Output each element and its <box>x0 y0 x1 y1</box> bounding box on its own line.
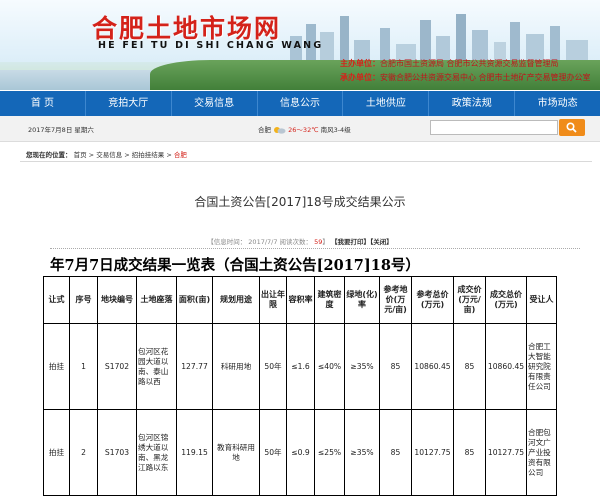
header-cell: 土地座落 <box>136 276 177 324</box>
nav-home[interactable]: 首 页 <box>0 91 86 116</box>
breadcrumb-sep: > <box>166 151 172 159</box>
cell-index: 1 <box>69 323 98 410</box>
page: { "site": { "title": "合肥土地市场网", "subtitl… <box>0 0 600 496</box>
breadcrumb-label: 您现在的位置： <box>26 151 72 159</box>
header-cell: 规划用途 <box>212 276 260 324</box>
search-button[interactable] <box>559 119 585 136</box>
cell-index: 2 <box>69 409 98 496</box>
header-cell: 让式 <box>43 276 70 324</box>
breadcrumb-sep: > <box>88 151 95 159</box>
nav-auction-hall[interactable]: 竞拍大厅 <box>86 91 172 116</box>
cell-method: 拍挂 <box>43 409 70 496</box>
header-cell: 参考总价(万元) <box>411 276 454 324</box>
header-cell: 容积率 <box>286 276 315 324</box>
cell-green: ≥35% <box>344 323 380 410</box>
organizer-line: 承办单位：安徽合肥公共资源交易中心 合肥市土地矿产交易管理办公室 <box>340 72 591 83</box>
cell-area: 127.77 <box>176 323 213 410</box>
cell-location: 包河区花园大道以南、泰山路以西 <box>136 323 177 410</box>
breadcrumb-divider <box>20 161 592 162</box>
cell-deal-total: 10860.45 <box>485 323 527 410</box>
organizer-value: 安徽合肥公共资源交易中心 合肥市土地矿产交易管理办公室 <box>380 73 591 82</box>
cell-ref-price: 85 <box>379 323 412 410</box>
cell-buyer: 合肥工大智能研究院有限责任公司 <box>526 323 557 410</box>
main-nav: 首 页 竞拍大厅 交易信息 信息公示 土地供应 政策法规 市场动态 <box>0 91 600 116</box>
cell-ref-total: 10127.75 <box>411 409 454 496</box>
results-table: 让式 序号 地块编号 土地座落 面积(亩) 规划用途 出让年限 容积率 建筑密度… <box>43 276 557 496</box>
cell-ref-price: 85 <box>379 409 412 496</box>
header-cell: 参考地价(万元/亩) <box>379 276 412 324</box>
cell-term: 50年 <box>259 409 287 496</box>
breadcrumb-home[interactable]: 首页 <box>74 151 87 159</box>
header-cell: 受让人 <box>526 276 557 324</box>
cell-density: ≤25% <box>314 409 345 496</box>
weather: 合肥 26～32℃ 南风3-4级 <box>258 124 351 134</box>
cell-use: 科研用地 <box>212 323 260 410</box>
site-subtitle: HE FEI TU DI SHI CHANG WANG <box>98 40 324 51</box>
breadcrumb-results[interactable]: 招拍挂结果 <box>132 151 165 159</box>
table-row: 拍挂 1 S1702 包河区花园大道以南、泰山路以西 127.77 科研用地 5… <box>43 323 557 410</box>
sponsor-line: 主办单位：合肥市国土资源局 合肥市公共资源交易监督管理局 <box>340 58 559 69</box>
cell-term: 50年 <box>259 323 287 410</box>
cell-density: ≤40% <box>314 323 345 410</box>
article-meta: 【信息时间： 2017/7/7 阅读次数： 59】 【我要打印】【关闭】 <box>0 236 600 246</box>
header-cell: 地块编号 <box>97 276 137 324</box>
search-icon <box>566 122 577 133</box>
cell-parcel-id: S1702 <box>97 323 137 410</box>
table-header-row: 让式 序号 地块编号 土地座落 面积(亩) 规划用途 出让年限 容积率 建筑密度… <box>43 276 557 324</box>
meta-date: 【信息时间： 2017/7/7 阅读次数： <box>207 238 313 246</box>
nav-land-supply[interactable]: 土地供应 <box>343 91 430 116</box>
site-banner: 合肥土地市场网 HE FEI TU DI SHI CHANG WANG 主办单位… <box>0 0 600 90</box>
nav-policy[interactable]: 政策法规 <box>429 91 516 116</box>
breadcrumb-current[interactable]: 合肥 <box>174 151 187 159</box>
weather-icon <box>274 127 286 134</box>
cell-method: 拍挂 <box>43 323 70 410</box>
sponsor-value: 合肥市国土资源局 合肥市公共资源交易监督管理局 <box>380 59 559 68</box>
weather-temp: 26～32℃ <box>288 126 319 134</box>
header-cell: 建筑密度 <box>314 276 345 324</box>
header-cell: 成交价(万元/亩) <box>453 276 486 324</box>
cell-buyer: 合肥包河文广产业投资有限公司 <box>526 409 557 496</box>
cell-use: 教育科研用地 <box>212 409 260 496</box>
cell-far: ≤1.6 <box>286 323 315 410</box>
breadcrumb: 您现在的位置： 首页 > 交易信息 > 招拍挂结果 > 合肥 <box>26 149 187 159</box>
cell-deal-price: 85 <box>453 409 486 496</box>
current-date: 2017年7月8日 星期六 <box>28 126 94 134</box>
header-cell: 绿地(化)率 <box>344 276 380 324</box>
meta-end: 】 <box>322 238 329 246</box>
print-link[interactable]: 【我要打印】 <box>331 238 370 246</box>
article-title: 合国土资公告[2017]18号成交结果公示 <box>194 195 406 209</box>
nav-market-news[interactable]: 市场动态 <box>515 91 600 116</box>
organizer-label: 承办单位： <box>340 73 380 82</box>
breadcrumb-trade-info[interactable]: 交易信息 <box>96 151 122 159</box>
cell-area: 119.15 <box>176 409 213 496</box>
nav-public-notice[interactable]: 信息公示 <box>258 91 344 116</box>
breadcrumb-sep: > <box>124 151 130 159</box>
cell-parcel-id: S1703 <box>97 409 137 496</box>
cell-far: ≤0.9 <box>286 409 315 496</box>
meta-divider <box>50 248 580 249</box>
search-input[interactable] <box>430 120 558 135</box>
cell-deal-price: 85 <box>453 323 486 410</box>
table-row: 拍挂 2 S1703 包河区锦绣大道以南、黑龙江路以东 119.15 教育科研用… <box>43 409 557 496</box>
sponsor-label: 主办单位： <box>340 59 380 68</box>
nav-trade-info[interactable]: 交易信息 <box>172 91 258 116</box>
cell-green: ≥35% <box>344 409 380 496</box>
close-link[interactable]: 【关闭】 <box>370 238 393 246</box>
header-cell: 面积(亩) <box>176 276 213 324</box>
cell-deal-total: 10127.75 <box>485 409 527 496</box>
weather-city: 合肥 <box>258 126 271 134</box>
cell-location: 包河区锦绣大道以南、黑龙江路以东 <box>136 409 177 496</box>
table-title: 年7月7日成交结果一览表（合国土资公告[2017]18号） <box>50 257 420 274</box>
cell-ref-total: 10860.45 <box>411 323 454 410</box>
header-cell: 序号 <box>69 276 98 324</box>
header-cell: 成交总价(万元) <box>485 276 527 324</box>
weather-wind: 南风3-4级 <box>320 126 351 134</box>
header-cell: 出让年限 <box>259 276 287 324</box>
